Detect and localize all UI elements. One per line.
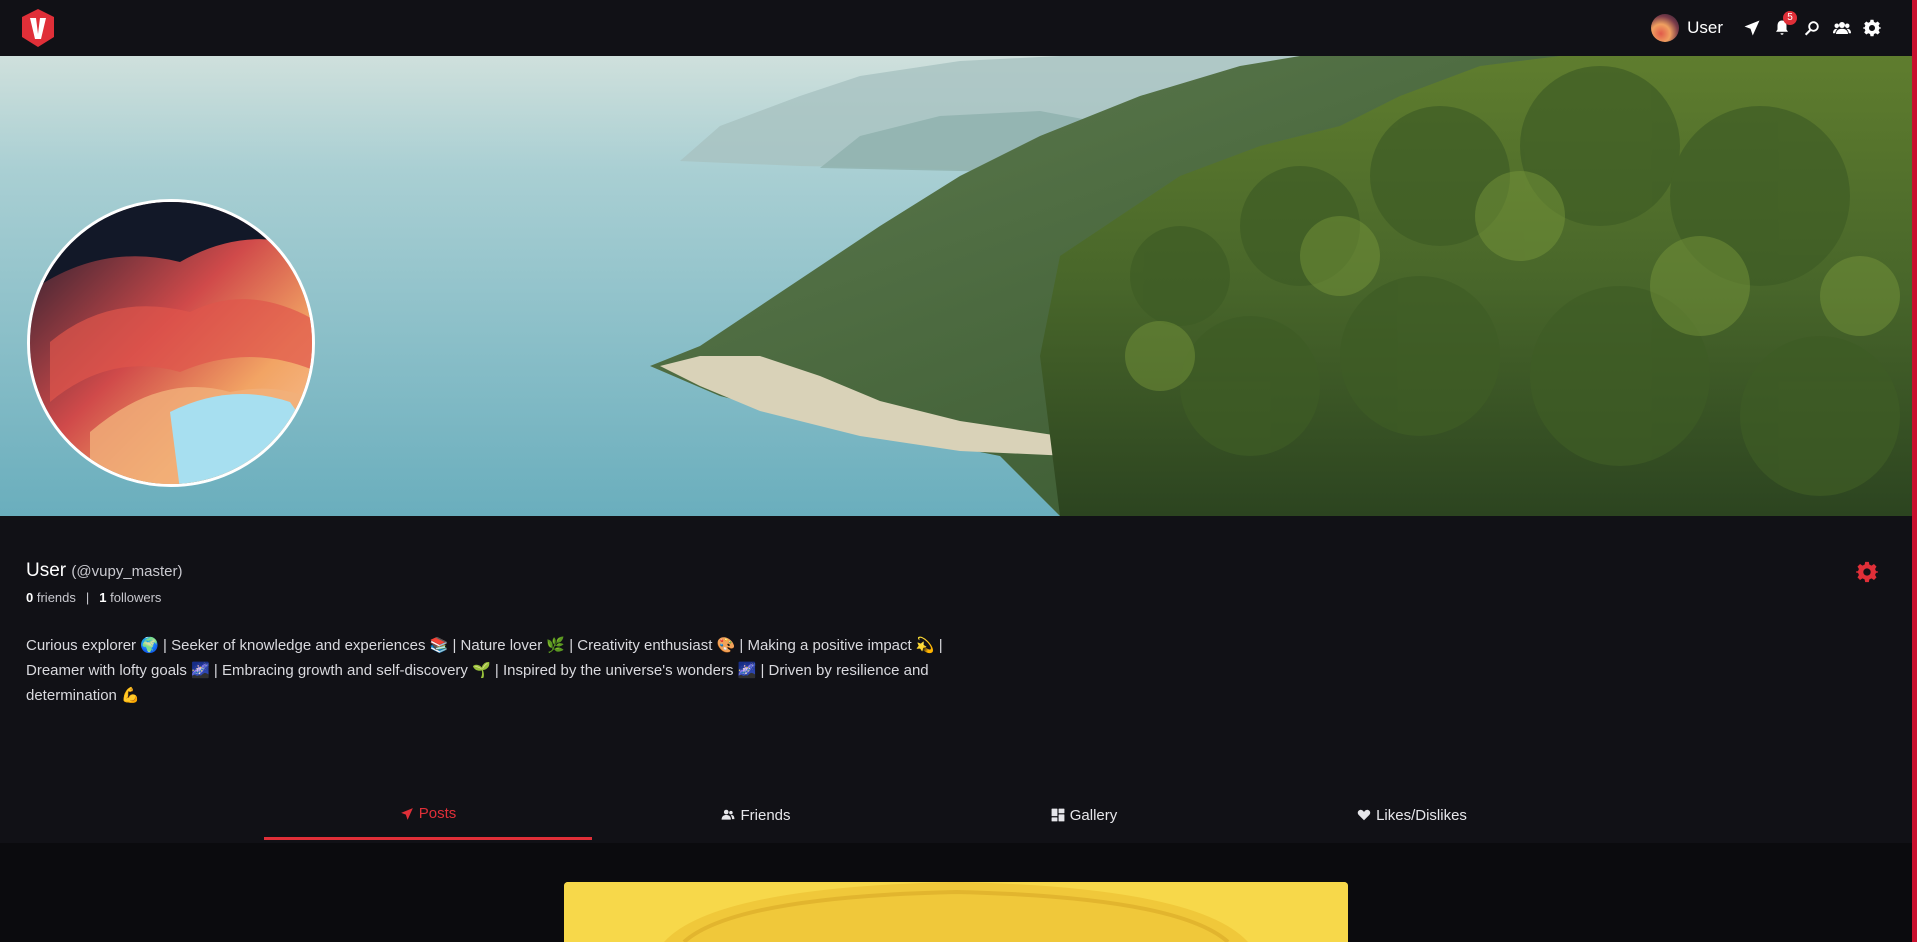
tab-label: Posts	[418, 805, 457, 822]
profile-settings-gear-icon[interactable]	[1856, 561, 1878, 583]
bio-line: Dreamer with lofty goals 🌌 | Embracing g…	[26, 662, 929, 679]
send-icon[interactable]	[1737, 13, 1767, 43]
user-menu[interactable]: User	[1651, 14, 1723, 42]
friends-label: friends	[36, 590, 76, 605]
scrollbar[interactable]	[1912, 0, 1917, 942]
logo-v-icon[interactable]	[20, 8, 56, 48]
bio-line: determination 💪	[26, 687, 140, 704]
stats-separator: |	[85, 590, 90, 605]
profile-bio: Curious explorer 🌍 | Seeker of knowledge…	[26, 633, 946, 708]
tab-label: Friends	[740, 806, 791, 824]
notifications-button[interactable]: 5	[1767, 11, 1797, 43]
friends-count: 0	[26, 590, 34, 605]
profile-avatar[interactable]	[27, 199, 315, 487]
post-image[interactable]	[564, 882, 1348, 942]
cover-photo	[0, 56, 1912, 516]
tab-gallery[interactable]: Gallery	[920, 790, 1248, 840]
avatar	[1651, 14, 1680, 42]
tab-likes-dislikes[interactable]: Likes/Dislikes	[1248, 790, 1576, 840]
users-icon[interactable]	[1827, 13, 1857, 43]
profile-name: User	[26, 560, 67, 581]
notification-badge: 5	[1783, 11, 1797, 25]
navbar-actions: User 5	[1651, 0, 1887, 56]
navbar-username: User	[1687, 18, 1723, 37]
gear-icon[interactable]	[1857, 13, 1887, 43]
tab-label: Likes/Dislikes	[1376, 806, 1467, 824]
profile-name-line: User (@vupy_master)	[26, 560, 183, 582]
tab-posts[interactable]: Posts	[264, 790, 592, 840]
top-navbar: User 5	[0, 0, 1917, 56]
bio-line: Curious explorer 🌍 | Seeker of knowledge…	[26, 637, 943, 654]
followers-label: followers	[110, 590, 162, 605]
tab-label: Gallery	[1069, 806, 1118, 824]
profile-stats: 0 friends | 1 followers	[26, 590, 183, 605]
grid-icon	[1051, 808, 1065, 822]
search-icon[interactable]	[1797, 13, 1827, 43]
followers-count: 1	[99, 590, 107, 605]
tab-friends[interactable]: Friends	[592, 790, 920, 840]
profile-tabs: Posts Friends Gallery Likes/Dislikes	[264, 790, 1576, 840]
users-icon	[722, 809, 735, 820]
heart-icon	[1357, 809, 1371, 821]
profile-info: User (@vupy_master) 0 friends | 1 follower…	[26, 560, 183, 605]
followers-stat[interactable]: 1 followers	[99, 590, 161, 605]
friends-stat[interactable]: 0 friends	[26, 590, 76, 605]
send-icon	[400, 807, 413, 820]
profile-handle: (@vupy_master)	[71, 563, 183, 580]
